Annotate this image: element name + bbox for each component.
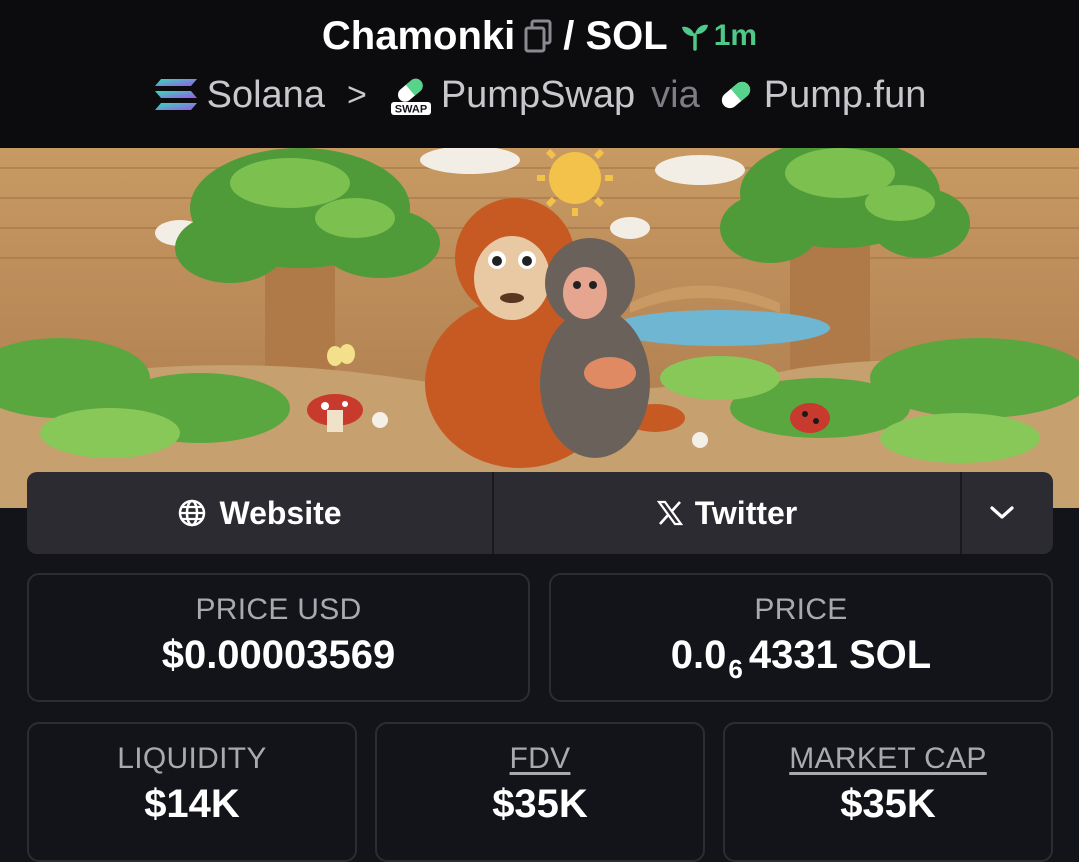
price-native-card: PRICE 0.06 4331 SOL <box>549 573 1053 702</box>
dex-link[interactable]: PumpSwap <box>441 74 635 117</box>
token-name: Chamonki <box>321 13 516 58</box>
pair-suffix: / SOL <box>563 13 668 58</box>
via-text: via <box>651 73 700 116</box>
liquidity-value: $14K <box>144 782 240 826</box>
price-native-label: PRICE <box>754 593 848 626</box>
website-button[interactable]: Website <box>27 472 494 554</box>
chevron-right-icon: > <box>346 75 367 114</box>
price-usd-card: PRICE USD $0.00003569 <box>27 573 530 702</box>
website-label: Website <box>219 494 342 531</box>
breadcrumb: Solana > SWAP PumpSwap via Pump.fun <box>0 70 1079 120</box>
price-native-value: 0.06 4331 SOL <box>551 633 1051 684</box>
liquidity-label: LIQUIDITY <box>117 742 267 775</box>
more-links-button[interactable] <box>962 472 1053 554</box>
pumpswap-icon: SWAP <box>389 73 433 117</box>
fdv-card[interactable]: FDV $35K <box>375 722 705 862</box>
pair-title: Chamonki / SOL 1m <box>0 10 1079 62</box>
copy-icon[interactable] <box>523 19 553 53</box>
chevron-down-icon <box>989 506 1014 519</box>
price-prefix: 0.0 <box>670 633 727 677</box>
pair-header: Chamonki / SOL 1m Solana > SWAP PumpSwap… <box>0 0 1079 148</box>
x-logo-icon <box>656 500 683 526</box>
price-zero-count: 6 <box>728 654 743 684</box>
social-links-bar: Website Twitter <box>27 472 1053 554</box>
token-banner-image <box>0 148 1079 508</box>
pair-age: 1m <box>680 19 757 53</box>
twitter-label: Twitter <box>694 494 798 531</box>
sprout-icon <box>681 24 708 51</box>
svg-text:SWAP: SWAP <box>395 104 427 116</box>
pill-icon <box>716 75 756 115</box>
chain-link[interactable]: Solana <box>207 74 325 117</box>
market-cap-label[interactable]: MARKET CAP <box>725 742 1051 776</box>
price-digits: 4331 SOL <box>748 633 932 677</box>
solana-icon <box>153 77 199 113</box>
liquidity-card: LIQUIDITY $14K <box>27 722 357 862</box>
launchpad-link[interactable]: Pump.fun <box>764 74 927 117</box>
market-cap-value: $35K <box>840 782 936 826</box>
market-cap-card[interactable]: MARKET CAP $35K <box>723 722 1053 862</box>
age-value: 1m <box>713 19 758 52</box>
price-usd-value: $0.00003569 <box>161 633 396 677</box>
twitter-button[interactable]: Twitter <box>494 472 962 554</box>
fdv-value: $35K <box>492 782 588 826</box>
globe-icon <box>179 499 206 527</box>
price-usd-label: PRICE USD <box>195 593 362 626</box>
fdv-label[interactable]: FDV <box>377 742 703 776</box>
